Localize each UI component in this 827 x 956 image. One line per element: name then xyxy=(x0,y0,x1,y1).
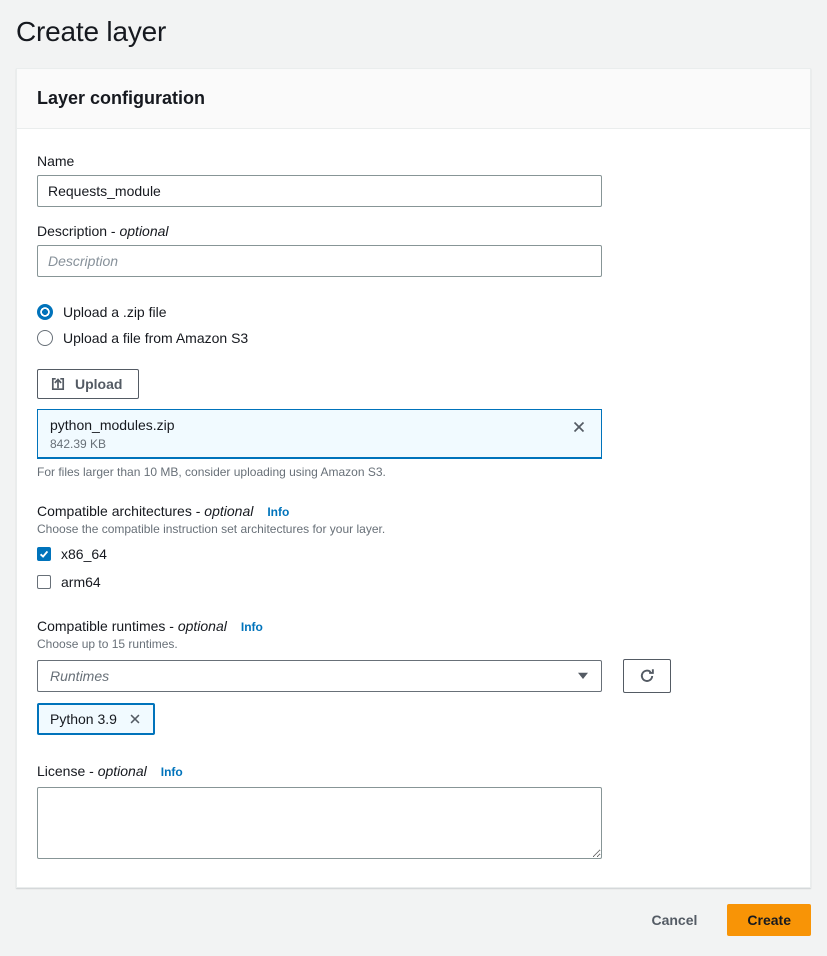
runtimes-header: Compatible runtimes - optional Info xyxy=(37,618,790,634)
close-icon xyxy=(128,712,142,726)
license-info-link[interactable]: Info xyxy=(161,765,183,779)
checkbox-unchecked-icon xyxy=(37,575,51,589)
description-label: Description - optional xyxy=(37,223,790,239)
runtimes-select-placeholder: Runtimes xyxy=(50,668,109,684)
architectures-header: Compatible architectures - optional Info xyxy=(37,503,790,519)
runtimes-label-text: Compatible runtimes - xyxy=(37,618,174,634)
runtimes-info-link[interactable]: Info xyxy=(241,620,263,634)
architectures-label: Compatible architectures - optional xyxy=(37,503,253,519)
runtimes-select[interactable]: Runtimes xyxy=(37,660,602,692)
uploaded-file-info: python_modules.zip 842.39 KB xyxy=(50,417,175,451)
remove-file-button[interactable] xyxy=(569,417,589,437)
layer-configuration-panel: Layer configuration Name Description - o… xyxy=(16,68,811,888)
uploaded-file-token: python_modules.zip 842.39 KB xyxy=(37,409,602,459)
license-label-text: License - xyxy=(37,763,94,779)
runtime-token-python39: Python 3.9 xyxy=(37,703,155,735)
runtime-token-label: Python 3.9 xyxy=(50,711,117,727)
license-textarea[interactable] xyxy=(37,787,602,859)
remove-runtime-button[interactable] xyxy=(126,710,144,728)
name-label: Name xyxy=(37,153,790,169)
runtimes-hint: Choose up to 15 runtimes. xyxy=(37,637,790,651)
checkbox-x86-64-label: x86_64 xyxy=(61,546,107,562)
description-input[interactable] xyxy=(37,245,602,277)
checkbox-checked-icon xyxy=(37,547,51,561)
refresh-icon xyxy=(638,667,656,685)
architectures-hint: Choose the compatible instruction set ar… xyxy=(37,522,790,536)
runtimes-optional-text: optional xyxy=(178,618,227,634)
refresh-runtimes-button[interactable] xyxy=(623,659,671,693)
upload-button[interactable]: Upload xyxy=(37,369,139,399)
page-title: Create layer xyxy=(16,16,811,48)
create-layer-page: Create layer Layer configuration Name De… xyxy=(0,0,827,956)
chevron-down-icon xyxy=(577,672,589,680)
name-input[interactable] xyxy=(37,175,602,207)
description-optional-text: optional xyxy=(119,223,168,239)
license-label: License - optional xyxy=(37,763,147,779)
checkbox-arm64-label: arm64 xyxy=(61,574,101,590)
radio-upload-s3[interactable]: Upload a file from Amazon S3 xyxy=(37,325,790,351)
radio-selected-icon xyxy=(37,304,53,320)
upload-icon xyxy=(50,376,66,392)
panel-header: Layer configuration xyxy=(17,69,810,129)
checkbox-arm64[interactable]: arm64 xyxy=(37,572,790,592)
create-button[interactable]: Create xyxy=(727,904,811,936)
close-icon xyxy=(571,419,587,435)
uploaded-file-size: 842.39 KB xyxy=(50,437,175,451)
radio-upload-s3-label: Upload a file from Amazon S3 xyxy=(63,330,248,346)
upload-hint: For files larger than 10 MB, consider up… xyxy=(37,465,790,479)
checkbox-x86-64[interactable]: x86_64 xyxy=(37,544,790,564)
license-optional-text: optional xyxy=(98,763,147,779)
runtimes-label: Compatible runtimes - optional xyxy=(37,618,227,634)
architectures-optional-text: optional xyxy=(204,503,253,519)
radio-upload-zip-label: Upload a .zip file xyxy=(63,304,167,320)
uploaded-file-name: python_modules.zip xyxy=(50,417,175,433)
panel-body: Name Description - optional Upload a .zi… xyxy=(17,129,810,887)
architectures-label-text: Compatible architectures - xyxy=(37,503,200,519)
description-label-text: Description - xyxy=(37,223,116,239)
upload-source-radio-group: Upload a .zip file Upload a file from Am… xyxy=(37,299,790,351)
radio-unselected-icon xyxy=(37,330,53,346)
panel-heading: Layer configuration xyxy=(37,88,790,109)
upload-button-label: Upload xyxy=(75,376,122,392)
cancel-button[interactable]: Cancel xyxy=(651,912,697,928)
license-header: License - optional Info xyxy=(37,763,790,779)
footer-actions: Cancel Create xyxy=(16,904,811,936)
radio-upload-zip[interactable]: Upload a .zip file xyxy=(37,299,790,325)
architectures-info-link[interactable]: Info xyxy=(267,505,289,519)
runtimes-select-row: Runtimes xyxy=(37,659,790,693)
